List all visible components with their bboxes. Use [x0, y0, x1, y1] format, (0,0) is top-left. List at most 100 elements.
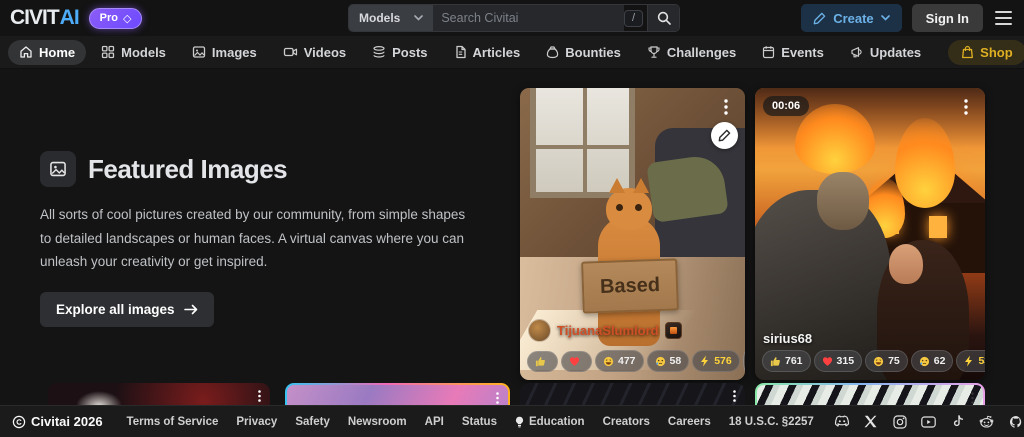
heart-reaction[interactable] — [561, 350, 592, 372]
creator-row[interactable]: TijuanaSlumlord — [528, 319, 737, 342]
slash-shortcut-key: / — [623, 9, 643, 27]
cry-emoji-icon — [655, 356, 665, 366]
create-button-label: Create — [833, 10, 874, 26]
logo-text-ai: AI — [59, 6, 80, 29]
nav-label: Home — [39, 44, 76, 60]
youtube-icon[interactable] — [919, 412, 939, 432]
chevron-down-icon — [414, 15, 424, 21]
nav-item-images[interactable]: Images — [181, 40, 268, 65]
laugh-reaction[interactable]: 75 — [865, 350, 908, 372]
remix-button[interactable] — [711, 122, 738, 149]
image-card-partial[interactable] — [285, 383, 510, 405]
nav-item-posts[interactable]: Posts — [361, 40, 438, 65]
thumbs-up-icon — [535, 356, 545, 366]
page: CIVITAI Pro ◇ Models / Create Sign In — [0, 0, 1024, 437]
stat-value: 576 — [714, 355, 732, 367]
pro-badge-label: Pro — [99, 12, 119, 24]
instagram-icon[interactable] — [890, 412, 910, 432]
tiktok-icon[interactable] — [948, 412, 968, 432]
heart-reaction[interactable]: 315 — [813, 350, 863, 372]
footer-link-safety[interactable]: Safety — [287, 412, 338, 432]
image-card-partial[interactable] — [520, 383, 745, 405]
thumbs-up-reaction[interactable]: 761 — [762, 350, 811, 372]
explore-all-images-button[interactable]: Explore all images — [40, 291, 214, 327]
nav-label: Videos — [303, 44, 347, 60]
civitai-logo[interactable]: CIVIT AI — [10, 6, 80, 30]
footer-link-status[interactable]: Status — [454, 412, 505, 432]
nav-item-home[interactable]: Home — [8, 39, 87, 65]
image-icon-box — [40, 151, 76, 187]
search-category-value: Models — [359, 11, 401, 25]
footer-link-creators[interactable]: Creators — [595, 412, 658, 432]
search-category-select[interactable]: Models — [349, 5, 434, 31]
nav-item-updates[interactable]: Updates — [839, 40, 932, 65]
discord-icon[interactable] — [832, 412, 852, 432]
dots-vertical-icon — [964, 99, 968, 115]
featured-image-card[interactable]: Based TijuanaSlumlord 477 58 576 — [520, 88, 745, 380]
arrow-right-icon — [183, 304, 197, 315]
dots-vertical-icon — [733, 390, 736, 402]
stat-value: 75 — [888, 355, 900, 367]
dots-vertical-icon — [971, 392, 974, 404]
nav-label: Models — [121, 44, 166, 60]
heart-icon — [569, 356, 580, 366]
zap-reaction[interactable]: 576 — [692, 350, 740, 372]
nav-label: Bounties — [565, 44, 621, 60]
search-input[interactable] — [433, 5, 624, 31]
shop-label: Shop — [980, 44, 1013, 60]
home-icon — [20, 46, 32, 58]
zap-icon — [701, 355, 709, 367]
pro-badge[interactable]: Pro ◇ — [88, 7, 143, 29]
footer-link-education[interactable]: Education — [507, 412, 593, 432]
nav-item-shop[interactable]: Shop — [948, 39, 1024, 65]
footer-link-2257[interactable]: 18 U.S.C. §2257 — [721, 412, 822, 432]
header-actions: Create Sign In — [801, 4, 1014, 32]
footer-link-terms[interactable]: Terms of Service — [119, 412, 227, 432]
zap-reaction[interactable]: 530 — [956, 350, 985, 372]
github-icon[interactable] — [1006, 412, 1024, 432]
card-menu-button[interactable] — [715, 96, 737, 118]
card-menu-button[interactable] — [955, 96, 977, 118]
brush-icon — [718, 129, 731, 142]
footer-link-api[interactable]: API — [417, 412, 452, 432]
hero-description: All sorts of cool pictures created by ou… — [40, 207, 466, 270]
footer-link-careers[interactable]: Careers — [660, 412, 719, 432]
grid-icon — [101, 45, 115, 59]
nav-item-events[interactable]: Events — [751, 40, 835, 65]
sign-in-button[interactable]: Sign In — [911, 4, 983, 32]
x-twitter-icon[interactable] — [861, 412, 881, 432]
footer: Civitai 2026 Terms of Service Privacy Sa… — [0, 405, 1024, 437]
featured-video-card[interactable]: 00:06 sirius68 761 315 75 62 5 — [755, 88, 985, 380]
nav-item-models[interactable]: Models — [90, 40, 177, 65]
diamond-icon: ◇ — [123, 12, 132, 25]
search-button[interactable] — [647, 5, 679, 31]
image-card-partial[interactable] — [755, 383, 985, 405]
page-title: Featured Images — [88, 153, 288, 184]
money-bag-icon — [547, 46, 559, 59]
cry-reaction[interactable]: 62 — [910, 350, 954, 372]
zap-icon — [965, 355, 973, 367]
hamburger-menu-icon[interactable] — [993, 7, 1014, 29]
thumbs-up-reaction[interactable] — [527, 350, 558, 372]
creator-row[interactable]: sirius68 — [763, 331, 977, 346]
nav-item-challenges[interactable]: Challenges — [636, 40, 747, 65]
laugh-reaction[interactable]: 477 — [595, 350, 644, 372]
copyright-icon — [12, 415, 26, 428]
nav-item-videos[interactable]: Videos — [272, 40, 357, 65]
cta-label: Explore all images — [56, 301, 175, 317]
heart-icon — [822, 356, 832, 366]
nav-item-articles[interactable]: Articles — [443, 40, 532, 65]
nav-item-bounties[interactable]: Bounties — [535, 40, 632, 65]
create-button[interactable]: Create — [801, 4, 902, 32]
nav-label: Challenges — [666, 44, 737, 60]
calendar-icon — [763, 46, 775, 59]
stat-value: 530 — [978, 355, 985, 367]
footer-link-privacy[interactable]: Privacy — [228, 412, 285, 432]
reddit-icon[interactable] — [977, 412, 997, 432]
info-button[interactable] — [742, 350, 745, 372]
footer-link-newsroom[interactable]: Newsroom — [340, 412, 415, 432]
reaction-stats: 761 315 75 62 530 — [762, 350, 985, 372]
social-links — [832, 412, 1024, 432]
image-card-partial[interactable] — [48, 383, 270, 405]
cry-reaction[interactable]: 58 — [646, 350, 690, 372]
